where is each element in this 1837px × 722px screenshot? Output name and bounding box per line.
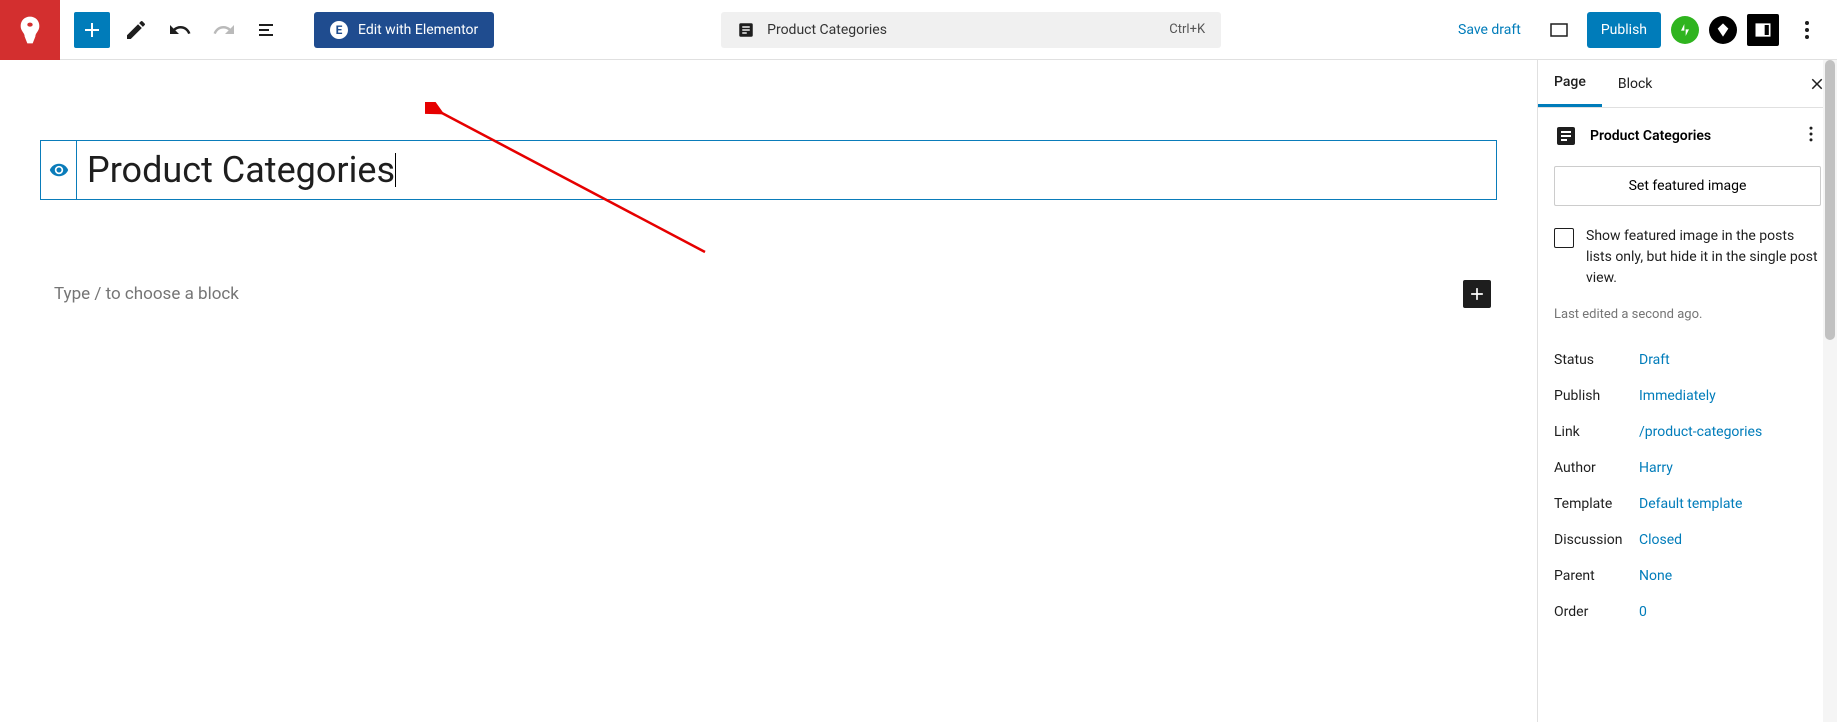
status-value[interactable]: Draft (1639, 352, 1670, 368)
order-value[interactable]: 0 (1639, 604, 1647, 620)
publish-button[interactable]: Publish (1587, 12, 1661, 48)
parent-label: Parent (1554, 568, 1639, 584)
preview-icon[interactable] (1541, 12, 1577, 48)
command-shortcut: Ctrl+K (1169, 22, 1205, 37)
editor-canvas[interactable]: Product Categories Type / to choose a bl… (0, 60, 1537, 722)
site-logo[interactable] (0, 0, 60, 60)
jetpack-icon[interactable] (1671, 16, 1699, 44)
tab-page[interactable]: Page (1538, 60, 1602, 107)
order-label: Order (1554, 604, 1639, 620)
template-label: Template (1554, 496, 1639, 512)
discussion-label: Discussion (1554, 532, 1639, 548)
settings-panel-toggle[interactable] (1747, 14, 1779, 46)
link-label: Link (1554, 424, 1639, 440)
page-icon (1554, 124, 1578, 148)
link-value[interactable]: /product-categories (1639, 424, 1762, 440)
title-input[interactable]: Product Categories (77, 141, 1496, 199)
visibility-icon[interactable] (41, 141, 77, 199)
publish-schedule-label: Publish (1554, 388, 1639, 404)
edit-icon[interactable] (118, 12, 154, 48)
yoast-icon[interactable] (1709, 16, 1737, 44)
undo-icon[interactable] (162, 12, 198, 48)
add-block-button[interactable] (74, 12, 110, 48)
title-block[interactable]: Product Categories (40, 140, 1497, 200)
document-overview-icon[interactable] (250, 12, 286, 48)
elementor-label: Edit with Elementor (358, 22, 478, 38)
options-menu-icon[interactable] (1789, 12, 1825, 48)
author-label: Author (1554, 460, 1639, 476)
publish-schedule-value[interactable]: Immediately (1639, 388, 1716, 404)
page-actions-menu-icon[interactable] (1801, 124, 1821, 148)
author-value[interactable]: Harry (1639, 460, 1673, 476)
edit-with-elementor-button[interactable]: E Edit with Elementor (314, 12, 494, 48)
tab-block[interactable]: Block (1602, 60, 1669, 107)
save-draft-button[interactable]: Save draft (1448, 16, 1531, 44)
title-text: Product Categories (87, 149, 395, 191)
elementor-icon: E (330, 21, 348, 39)
status-label: Status (1554, 352, 1639, 368)
parent-value[interactable]: None (1639, 568, 1672, 584)
scrollbar-thumb[interactable] (1825, 60, 1835, 340)
sidebar-page-title: Product Categories (1590, 128, 1789, 144)
hide-featured-label: Show featured image in the posts lists o… (1586, 226, 1821, 289)
set-featured-image-button[interactable]: Set featured image (1554, 166, 1821, 206)
document-title: Product Categories (767, 22, 887, 38)
redo-icon (206, 12, 242, 48)
block-placeholder[interactable]: Type / to choose a block (46, 284, 239, 304)
settings-sidebar: Page Block Product Categories Set featur… (1537, 60, 1837, 722)
discussion-value[interactable]: Closed (1639, 532, 1682, 548)
template-value[interactable]: Default template (1639, 496, 1742, 512)
document-title-pill[interactable]: Product Categories Ctrl+K (721, 12, 1221, 48)
last-edited-text: Last edited a second ago. (1554, 307, 1821, 322)
inline-add-block-button[interactable] (1463, 280, 1491, 308)
hide-featured-checkbox[interactable] (1554, 228, 1574, 248)
page-icon (737, 21, 755, 39)
